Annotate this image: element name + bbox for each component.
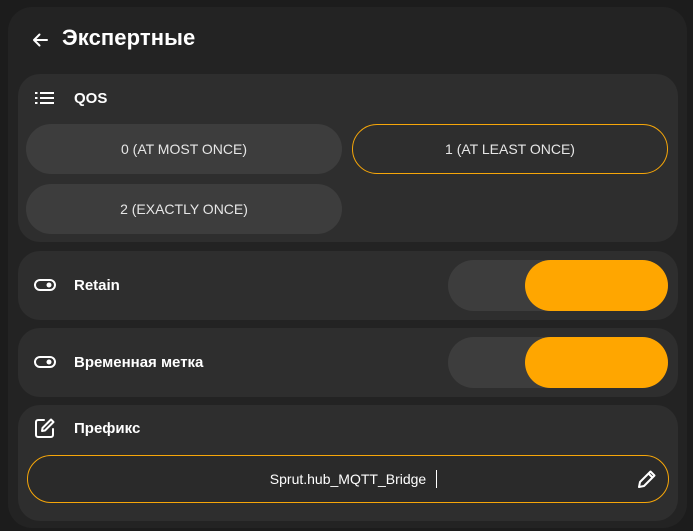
timestamp-card: Временная метка: [18, 328, 678, 397]
qos-header: QOS: [34, 87, 107, 109]
retain-switch[interactable]: [448, 260, 668, 311]
toggle-icon: [34, 274, 56, 296]
qos-option-1[interactable]: 1 (AT LEAST ONCE): [352, 124, 668, 174]
header: Экспертные: [8, 7, 687, 73]
qos-label: QOS: [74, 89, 108, 107]
text-cursor: [436, 470, 437, 488]
prefix-header: Префикс: [34, 417, 140, 439]
edit-square-icon: [34, 417, 56, 439]
timestamp-switch-knob: [525, 337, 668, 388]
prefix-field[interactable]: [27, 455, 669, 503]
timestamp-switch[interactable]: [448, 337, 668, 388]
prefix-label: Префикс: [74, 419, 141, 437]
page-title: Экспертные: [62, 25, 196, 50]
retain-label: Retain: [74, 276, 120, 294]
qos-card: QOS 0 (AT MOST ONCE) 1 (AT LEAST ONCE) 2…: [18, 74, 678, 242]
retain-card: Retain: [18, 251, 678, 320]
timestamp-label: Временная метка: [74, 353, 204, 371]
prefix-input[interactable]: [88, 471, 608, 487]
timestamp-header: Временная метка: [34, 351, 203, 373]
qos-option-0[interactable]: 0 (AT MOST ONCE): [26, 124, 342, 174]
retain-header: Retain: [34, 274, 120, 296]
qos-option-2[interactable]: 2 (EXACTLY ONCE): [26, 184, 342, 234]
retain-switch-knob: [525, 260, 668, 311]
list-icon: [34, 87, 56, 109]
settings-panel: Экспертные QOS 0 (AT MOST ONCE) 1 (AT LE…: [8, 7, 687, 528]
pencil-icon[interactable]: [636, 468, 658, 490]
prefix-card: Префикс: [18, 405, 678, 521]
toggle-icon: [34, 351, 56, 373]
arrow-left-icon[interactable]: [30, 30, 50, 50]
